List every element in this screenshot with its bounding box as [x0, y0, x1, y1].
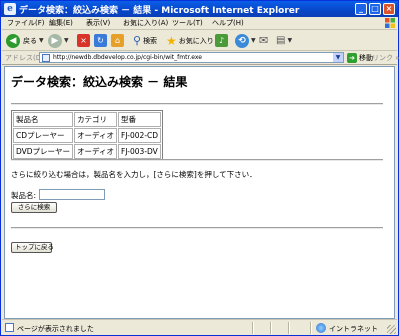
status-divider	[270, 322, 272, 334]
history-icon: ⟲	[235, 33, 249, 48]
browser-window: e データ検索：絞込み検索 － 結果 - Microsoft Internet …	[0, 0, 399, 336]
home-button[interactable]: ⌂	[111, 32, 124, 49]
table-cell: DVDプレーヤー	[13, 144, 74, 159]
page-content: データ検索：絞込み検索 － 結果 製品名 カテゴリ 型番 CDプレーヤー オーデ…	[4, 66, 395, 319]
toolbar: ◀ 戻る ▼ ▶ ▼ × ↻ ⌂ ⚲ 検索 ★ お気に入り ♪ ⟲ ▼ ✉ ▤ …	[2, 30, 397, 51]
column-header: カテゴリ	[74, 112, 118, 127]
search-more-button[interactable]: さらに検索	[11, 202, 57, 213]
stop-icon: ×	[77, 34, 90, 47]
divider	[11, 227, 383, 229]
history-button[interactable]: ⟲ ▼	[235, 32, 256, 49]
table-header-row: 製品名 カテゴリ 型番	[13, 112, 162, 127]
table-cell: オーディオ	[74, 128, 118, 143]
back-arrow-icon: ◀	[6, 33, 20, 48]
chevron-down-icon: ▼	[287, 37, 293, 44]
refresh-button[interactable]: ↻	[94, 32, 107, 49]
divider	[11, 103, 383, 105]
mail-button[interactable]: ✉	[259, 32, 268, 49]
print-icon: ▤	[276, 35, 286, 46]
security-zone: イントラネット	[329, 325, 378, 333]
home-icon: ⌂	[111, 34, 124, 47]
refresh-icon: ↻	[94, 34, 107, 47]
resize-grip[interactable]	[387, 325, 396, 334]
links-button[interactable]: リンク »	[372, 53, 399, 63]
back-button[interactable]: ◀ 戻る ▼	[6, 32, 44, 49]
address-bar: アドレス(D) http://newdb.dbdevelop.co.jp/cgi…	[2, 51, 399, 65]
product-name-input[interactable]	[39, 189, 105, 200]
menu-file[interactable]: ファイル(F)	[7, 18, 45, 28]
search-icon: ⚲	[133, 34, 142, 47]
intranet-globe-icon	[316, 323, 326, 333]
back-to-top-button[interactable]: トップに戻る	[11, 242, 54, 253]
media-button[interactable]: ♪	[215, 32, 228, 49]
page-icon	[42, 54, 50, 62]
status-divider	[288, 322, 290, 334]
instruction-text: さらに絞り込む場合は，製品名を入力し，[さらに検索]を押して下さい．	[11, 170, 257, 179]
minimize-button[interactable]: _	[355, 3, 367, 15]
star-icon: ★	[166, 33, 177, 48]
results-table: 製品名 カテゴリ 型番 CDプレーヤー オーディオ FJ-002-CD DVDプ…	[11, 110, 164, 161]
menu-help[interactable]: ヘルプ(H)	[212, 18, 244, 28]
chevron-down-icon: ▼	[64, 37, 69, 44]
search-label: 検索	[143, 36, 158, 45]
menu-bar: ファイル(F) 編集(E) 表示(V) お気に入り(A) ツール(T) ヘルプ(…	[2, 17, 397, 30]
table-cell: FJ-003-DV	[118, 144, 162, 159]
stop-button[interactable]: ×	[77, 32, 90, 49]
windows-logo-icon	[385, 18, 395, 28]
table-row: CDプレーヤー オーディオ FJ-002-CD	[13, 128, 162, 143]
chevron-down-icon: ▼	[39, 37, 44, 44]
go-label: 移動	[359, 53, 373, 62]
chevron-down-icon: ▼	[251, 37, 256, 44]
favorites-button[interactable]: ★ お気に入り	[166, 32, 214, 49]
status-divider	[252, 322, 254, 334]
favorites-label: お気に入り	[178, 36, 214, 45]
mail-icon: ✉	[259, 34, 269, 47]
menu-tools[interactable]: ツール(T)	[172, 18, 203, 28]
close-button[interactable]: ×	[383, 3, 395, 15]
table-cell: CDプレーヤー	[13, 128, 74, 143]
media-icon: ♪	[215, 34, 228, 47]
column-header: 型番	[118, 112, 162, 127]
menu-view[interactable]: 表示(V)	[86, 18, 110, 28]
divider	[11, 159, 383, 161]
table-row: DVDプレーヤー オーディオ FJ-003-DV	[13, 144, 162, 159]
status-text: ページが表示されました	[17, 325, 94, 333]
table-cell: FJ-002-CD	[118, 128, 162, 143]
title-bar[interactable]: e データ検索：絞込み検索 － 結果 - Microsoft Internet …	[1, 1, 398, 17]
table-cell: オーディオ	[74, 144, 118, 159]
product-name-label: 製品名:	[11, 191, 37, 200]
menu-favorites[interactable]: お気に入り(A)	[123, 18, 168, 28]
print-button[interactable]: ▤ ▼	[276, 32, 292, 49]
address-url: http://newdb.dbdevelop.co.jp/cgi-bin/wit…	[53, 54, 202, 61]
column-header: 製品名	[13, 112, 74, 127]
page-done-icon	[5, 323, 14, 332]
status-bar: ページが表示されました イントラネット	[2, 319, 397, 335]
go-button[interactable]: ➜ 移動	[347, 52, 373, 63]
menu-edit[interactable]: 編集(E)	[49, 18, 73, 28]
chevron-down-icon[interactable]: ▼	[333, 53, 343, 62]
window-title: データ検索：絞込み検索 － 結果 - Microsoft Internet Ex…	[19, 6, 300, 16]
maximize-button[interactable]: □	[369, 3, 381, 15]
forward-arrow-icon: ▶	[48, 33, 62, 48]
back-label: 戻る	[23, 36, 37, 45]
search-button[interactable]: ⚲ 検索	[133, 32, 157, 49]
go-arrow-icon: ➜	[347, 52, 357, 63]
forward-button[interactable]: ▶ ▼	[48, 32, 69, 49]
page-title: データ検索：絞込み検索 － 結果	[11, 75, 188, 89]
address-input[interactable]: http://newdb.dbdevelop.co.jp/cgi-bin/wit…	[39, 52, 344, 63]
status-divider	[310, 322, 312, 334]
ie-icon: e	[4, 3, 16, 15]
